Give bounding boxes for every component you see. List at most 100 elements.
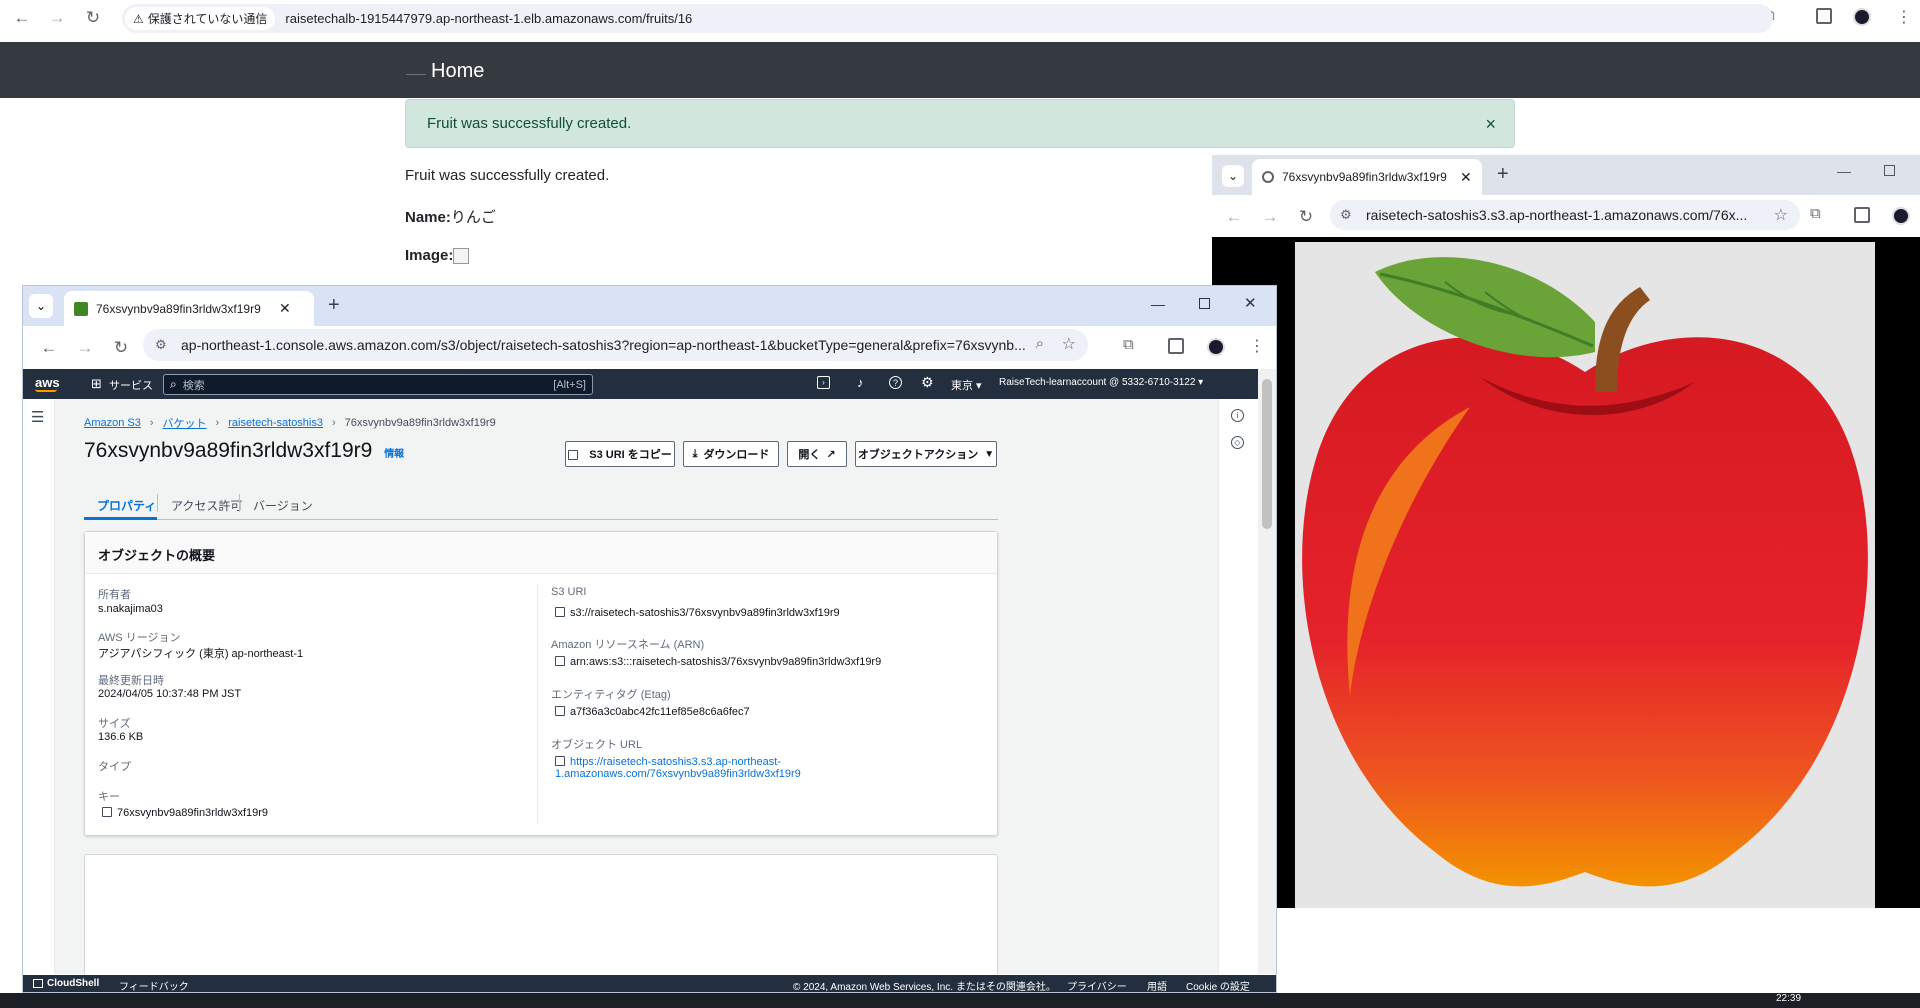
object-url-label: オブジェクト URL — [551, 739, 643, 751]
cookie-settings-link[interactable]: Cookie の設定 — [1186, 978, 1250, 992]
reload-icon[interactable]: ↻ — [81, 6, 105, 30]
page-title: 76xsvynbv9a89fin3rldw3xf19r9 情報 — [84, 439, 404, 463]
clock-time: 22:39 — [1776, 993, 1802, 1004]
terms-link[interactable]: 用語 — [1147, 978, 1167, 992]
tutorial-icon[interactable]: ◇ — [1231, 436, 1244, 449]
scrollbar-thumb[interactable] — [1262, 379, 1272, 529]
profile-avatar[interactable] — [1207, 338, 1225, 356]
tab-close-icon[interactable]: ✕ — [1460, 169, 1472, 186]
region-value: アジアパシフィック (東京) ap-northeast-1 — [98, 648, 304, 660]
cloudshell-label: CloudShell — [47, 978, 100, 989]
notifications-bell-icon[interactable]: ♪ — [857, 375, 864, 390]
side-panel-icon[interactable] — [1168, 338, 1184, 354]
tab-properties[interactable]: プロパティ — [97, 497, 156, 514]
extensions-icon[interactable]: ⧉ — [1123, 336, 1134, 353]
copy-s3-uri-button[interactable]: S3 URI をコピー — [565, 441, 675, 467]
breadcrumb-buckets[interactable]: バケット — [163, 415, 207, 431]
reload-icon[interactable]: ↻ — [1294, 205, 1318, 229]
region-selector[interactable]: 東京 ▾ — [951, 377, 982, 393]
tab-divider — [239, 494, 240, 512]
extensions-icon[interactable]: ⧉ — [1810, 205, 1821, 222]
copy-icon[interactable] — [555, 607, 565, 617]
copy-icon[interactable] — [555, 706, 565, 716]
tab-apple-image[interactable]: 76xsvynbv9a89fin3rldw3xf19r9 ✕ — [1252, 159, 1482, 195]
address-bar[interactable]: ⚠ 保護されていない通信 raisetechalb-1915447979.ap-… — [122, 4, 1773, 33]
forward-arrow-icon[interactable]: → — [1258, 205, 1282, 229]
bookmark-star-icon[interactable]: ☆ — [1774, 205, 1788, 225]
side-panel-icon[interactable] — [1854, 207, 1870, 223]
back-arrow-icon[interactable]: ← — [37, 336, 61, 360]
key-label: キー — [98, 791, 120, 803]
info-link[interactable]: 情報 — [384, 449, 404, 460]
breadcrumb-bucket[interactable]: raisetech-satoshis3 — [228, 417, 323, 429]
maximize-icon[interactable] — [1199, 298, 1210, 309]
alert-close-icon[interactable]: × — [1485, 114, 1496, 135]
new-tab-icon[interactable]: + — [1497, 163, 1509, 186]
copy-icon[interactable] — [102, 807, 112, 817]
bookmark-star-icon[interactable]: ☆ — [1062, 334, 1076, 354]
menu-kebab-icon[interactable]: ⋮ — [1896, 7, 1912, 27]
forward-arrow-icon[interactable]: → — [73, 336, 97, 360]
owner-label: 所有者 — [98, 589, 131, 601]
help-icon[interactable]: ? — [889, 376, 902, 389]
services-grid-icon[interactable]: ⊞ — [91, 376, 102, 392]
back-arrow-icon[interactable]: ← — [1222, 205, 1246, 229]
copy-icon[interactable] — [555, 756, 565, 766]
address-bar[interactable]: ⚙ ap-northeast-1.console.aws.amazon.com/… — [143, 329, 1088, 361]
name-row: Name:りんご — [405, 206, 496, 227]
sidebar-toggle-rail: ☰ — [23, 399, 55, 974]
tab-list-icon[interactable]: ⌄ — [1222, 165, 1244, 187]
new-tab-icon[interactable]: + — [328, 294, 340, 317]
security-chip[interactable]: ⚠ 保護されていない通信 — [125, 7, 276, 30]
hamburger-menu-icon[interactable]: ☰ — [31, 408, 44, 426]
feedback-link[interactable]: フィードバック — [119, 978, 189, 992]
window-close-icon[interactable]: ✕ — [1244, 294, 1257, 312]
breadcrumb-amazon-s3[interactable]: Amazon S3 — [84, 417, 141, 429]
page-scrollbar[interactable] — [1258, 369, 1276, 974]
back-arrow-icon[interactable]: ← — [10, 6, 34, 30]
url-text: raisetechalb-1915447979.ap-northeast-1.e… — [285, 11, 693, 26]
site-info-icon[interactable]: ⚙ — [155, 337, 167, 353]
account-menu[interactable]: RaiseTech-learnaccount @ 5332-6710-3122 … — [999, 377, 1203, 388]
tab-s3-console[interactable]: 76xsvynbv9a89fin3rldw3xf19r9 ✕ — [64, 291, 314, 326]
navbar-toggler-icon[interactable] — [406, 74, 426, 79]
forward-arrow-icon[interactable]: → — [45, 6, 69, 30]
side-panel-icon[interactable] — [1816, 8, 1832, 24]
site-info-icon[interactable]: ⚙ — [1340, 207, 1352, 223]
open-button[interactable]: 開く ↗ — [787, 441, 847, 467]
object-url-link[interactable]: https://raisetech-satoshis3.s3.ap-northe… — [555, 756, 801, 780]
nav-home-link[interactable]: Home — [431, 60, 484, 83]
search-input[interactable]: ⌕ 検索 [Alt+S] — [163, 374, 593, 395]
breadcrumb: Amazon S3 › バケット › raisetech-satoshis3 ›… — [84, 415, 496, 431]
tab-list-icon[interactable]: ⌄ — [29, 294, 53, 318]
profile-avatar[interactable] — [1892, 207, 1910, 225]
reload-icon[interactable]: ↻ — [109, 336, 133, 360]
profile-avatar[interactable] — [1853, 8, 1871, 26]
active-tab-indicator — [84, 517, 157, 520]
settings-gear-icon[interactable]: ⚙ — [921, 374, 934, 391]
object-actions-dropdown[interactable]: オブジェクトアクション ▼ — [855, 441, 997, 467]
download-button[interactable]: ⤓ ダウンロード — [683, 441, 779, 467]
tab-close-icon[interactable]: ✕ — [279, 300, 291, 317]
image-row: Image: — [405, 247, 470, 265]
cloudshell-icon[interactable]: › — [817, 376, 830, 389]
minimize-icon[interactable]: — — [1151, 296, 1165, 312]
zoom-search-icon[interactable]: ⌕ — [1036, 335, 1044, 352]
tab-versions[interactable]: バージョン — [253, 497, 313, 514]
privacy-link[interactable]: プライバシー — [1067, 978, 1127, 992]
services-menu[interactable]: サービス — [109, 377, 153, 393]
aws-logo[interactable]: aws — [35, 375, 60, 390]
address-bar[interactable]: ⚙ raisetech-satoshis3.s3.ap-northeast-1.… — [1330, 200, 1800, 230]
minimize-icon[interactable]: — — [1837, 163, 1851, 179]
cloudshell-link[interactable]: CloudShell — [33, 978, 99, 989]
arn-value: arn:aws:s3:::raisetech-satoshis3/76xsvyn… — [570, 656, 882, 668]
info-panel-icon[interactable]: i — [1231, 409, 1244, 422]
breadcrumb-current: 76xsvynbv9a89fin3rldw3xf19r9 — [344, 417, 496, 429]
menu-kebab-icon[interactable]: ⋮ — [1249, 336, 1265, 356]
tab-permissions[interactable]: アクセス許可 — [171, 497, 242, 514]
success-alert: Fruit was successfully created. × — [405, 99, 1515, 148]
etag-label: エンティティタグ (Etag) — [551, 689, 671, 701]
last-modified-label: 最終更新日時 — [98, 675, 164, 687]
copy-icon[interactable] — [555, 656, 565, 666]
maximize-icon[interactable] — [1884, 165, 1895, 176]
